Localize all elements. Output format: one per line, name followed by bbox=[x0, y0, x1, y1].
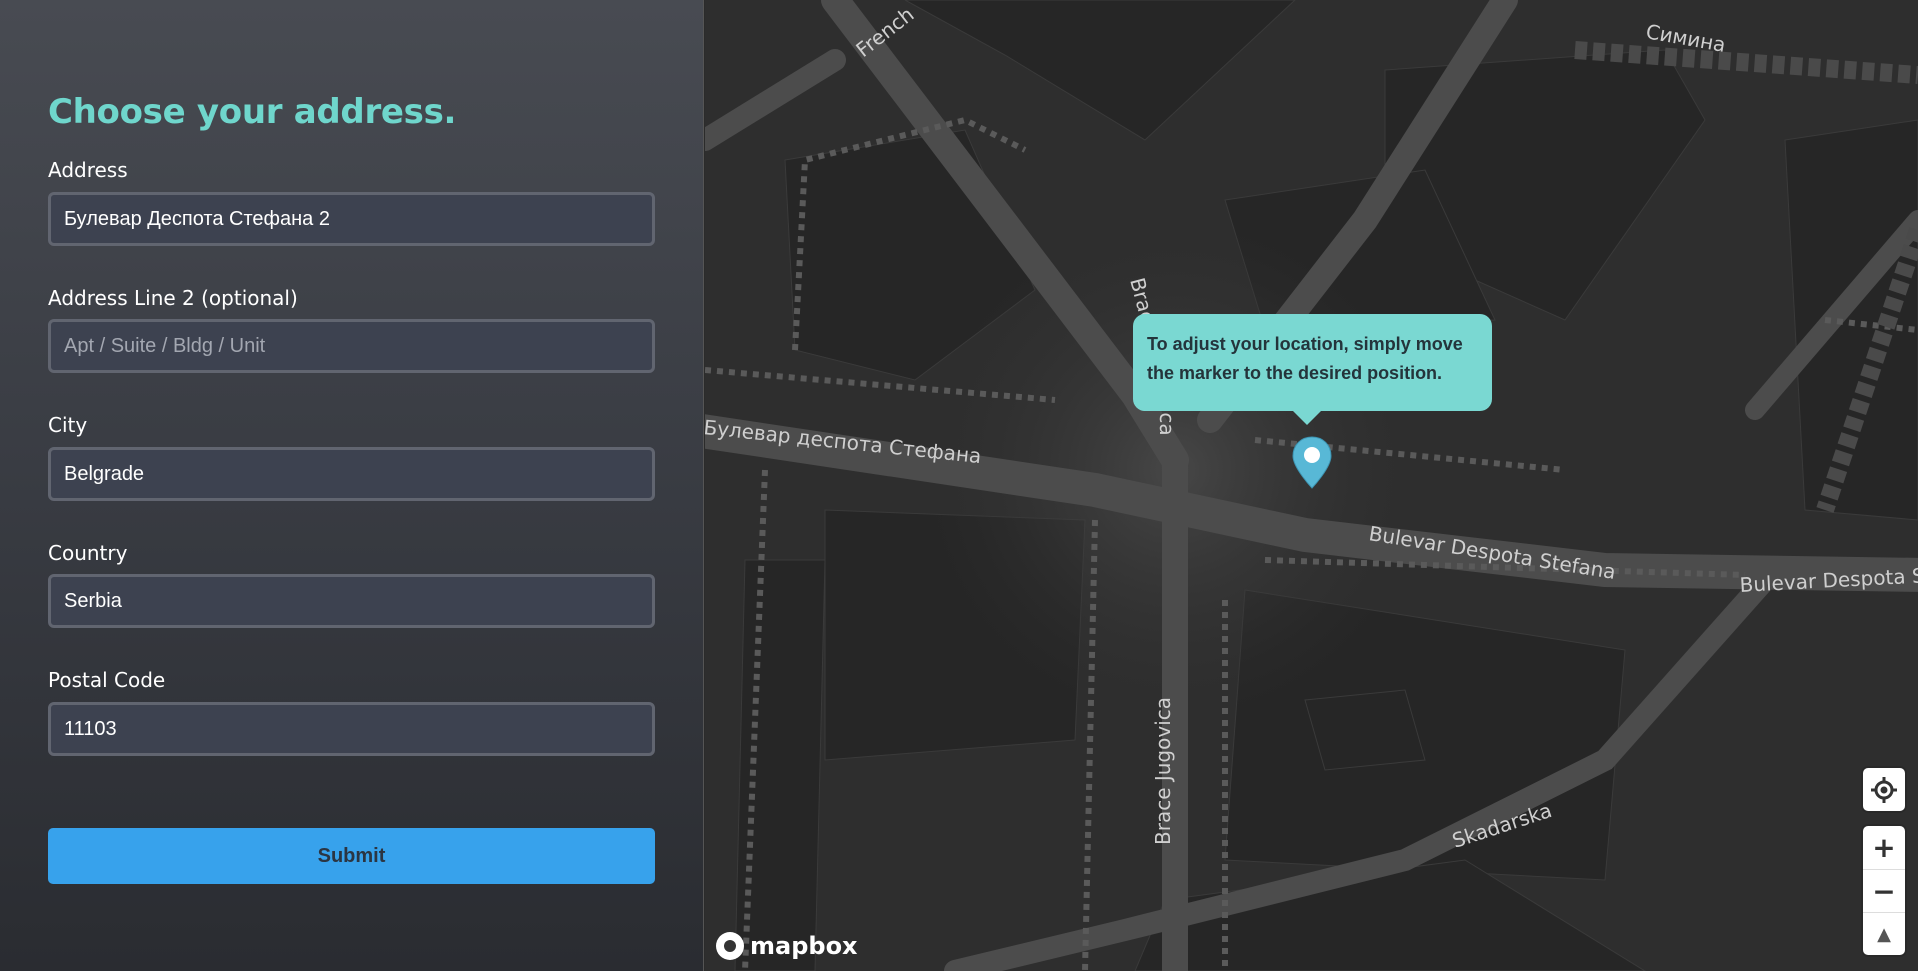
mapbox-logo-text: mapbox bbox=[750, 932, 858, 960]
city-label: City bbox=[48, 413, 88, 437]
zoom-out-button[interactable]: − bbox=[1863, 869, 1905, 912]
geolocate-control bbox=[1863, 768, 1905, 811]
address-line2-label: Address Line 2 (optional) bbox=[48, 286, 298, 310]
address-input[interactable] bbox=[48, 192, 655, 246]
geolocate-button[interactable] bbox=[1863, 768, 1905, 811]
postal-code-input[interactable] bbox=[48, 702, 655, 756]
form-title: Choose your address. bbox=[48, 92, 457, 132]
postal-code-label: Postal Code bbox=[48, 668, 166, 692]
address-form-panel: Choose your address. Address Address Lin… bbox=[0, 0, 704, 971]
submit-button[interactable]: Submit bbox=[48, 828, 655, 884]
mapbox-logo[interactable]: mapbox bbox=[716, 932, 858, 960]
city-input[interactable] bbox=[48, 447, 655, 501]
compass-button[interactable]: ▲ bbox=[1863, 912, 1905, 955]
marker-tooltip: To adjust your location, simply move the… bbox=[1133, 314, 1492, 425]
page: Choose your address. Address Address Lin… bbox=[0, 0, 1918, 971]
crosshair-icon bbox=[1871, 776, 1897, 803]
street-label-brace-jugovica: Brace Jugovica bbox=[1151, 697, 1175, 845]
zoom-in-button[interactable]: + bbox=[1863, 826, 1905, 869]
country-input[interactable] bbox=[48, 574, 655, 628]
country-label: Country bbox=[48, 541, 128, 565]
location-marker-icon[interactable] bbox=[1292, 436, 1332, 490]
navigation-control: + − ▲ bbox=[1863, 826, 1905, 955]
mapbox-logo-icon bbox=[716, 932, 744, 960]
address-line2-input[interactable] bbox=[48, 319, 655, 373]
address-label: Address bbox=[48, 158, 128, 182]
